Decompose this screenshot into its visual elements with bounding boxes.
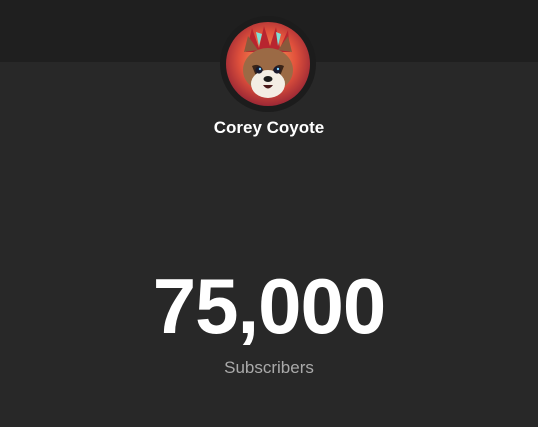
avatar[interactable] bbox=[226, 22, 310, 106]
channel-name[interactable]: Corey Coyote bbox=[0, 118, 538, 138]
coyote-avatar-icon bbox=[226, 22, 310, 106]
subscriber-label: Subscribers bbox=[224, 358, 314, 377]
subscriber-counter-page: Corey Coyote 75,000 Subscribers bbox=[0, 0, 538, 427]
subscriber-count: 75,000 bbox=[152, 262, 387, 350]
avatar-frame bbox=[220, 16, 316, 112]
